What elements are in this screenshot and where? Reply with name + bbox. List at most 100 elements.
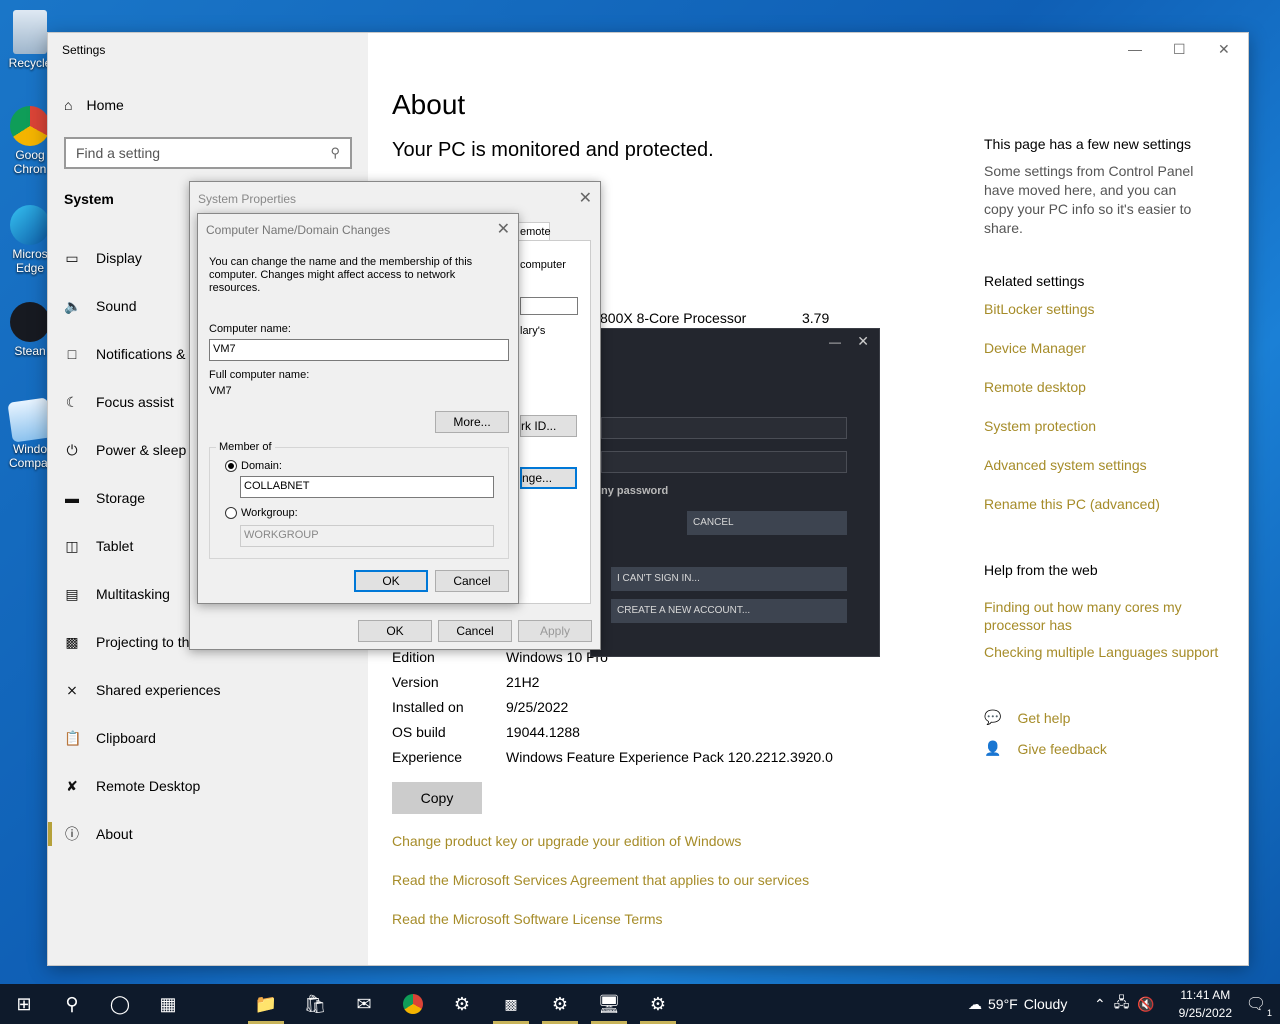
give-feedback-label: Give feedback [1017, 740, 1107, 757]
storage-icon: ▬ [65, 490, 79, 506]
system-protection-link[interactable]: System protection [984, 417, 1096, 435]
bitlocker-link[interactable]: BitLocker settings [984, 300, 1095, 318]
get-help-link[interactable]: 💬 Get help [984, 709, 1070, 726]
minimize-icon[interactable]: — [1128, 41, 1142, 57]
clock[interactable]: 11:41 AM 9/25/2022 [1179, 986, 1232, 1022]
remote-desktop-link[interactable]: Remote desktop [984, 378, 1086, 396]
domain-radio[interactable]: Domain: [225, 460, 282, 472]
home-icon: ⌂ [64, 97, 73, 113]
task-view-button[interactable]: ▦ [144, 984, 192, 1024]
steam-cant-sign-in-button[interactable]: I CAN'T SIGN IN... [611, 567, 847, 591]
spec-value: 19044.1288 [506, 724, 580, 740]
tab-remote[interactable]: emote [516, 222, 551, 240]
languages-help-link[interactable]: Checking multiple Languages support [984, 643, 1218, 661]
tablet-icon: ◫ [65, 537, 79, 554]
nav-item-about[interactable]: ⓘ About [48, 810, 368, 858]
spec-value: Windows Feature Experience Pack 120.2212… [506, 749, 833, 765]
cortana-button[interactable]: ◯ [96, 984, 144, 1024]
nav-label: About [96, 826, 133, 842]
workgroup-input[interactable]: WORKGROUP [240, 525, 494, 547]
more-button[interactable]: More... [435, 411, 509, 433]
change-button[interactable]: nge... [520, 467, 577, 489]
clock-date: 9/25/2022 [1178, 1006, 1232, 1020]
computer-icon: 🖥 [597, 993, 621, 1014]
nav-item-shared-experiences[interactable]: ⨯ Shared experiences [48, 666, 368, 714]
file-explorer-button[interactable]: 📁 [242, 984, 290, 1024]
folder-icon: 📁 [254, 993, 278, 1014]
workgroup-radio[interactable]: Workgroup: [225, 507, 298, 519]
get-help-icon: 💬 [984, 709, 1002, 725]
description-field[interactable] [520, 297, 578, 315]
search-input[interactable]: Find a setting ⚲ [64, 137, 352, 169]
close-icon[interactable]: ✕ [497, 219, 510, 239]
steam-minimize-icon[interactable]: — [829, 335, 841, 349]
maximize-icon[interactable]: ☐ [1173, 41, 1186, 58]
domain-input[interactable]: COLLABNET [240, 476, 494, 498]
task-view-icon: ▦ [159, 993, 177, 1014]
section-title: System [64, 191, 114, 207]
close-icon[interactable]: ✕ [579, 188, 592, 208]
cancel-button[interactable]: Cancel [438, 620, 512, 642]
spec-row-edition: Edition Windows 10 Pro [392, 649, 608, 665]
ok-button[interactable]: OK [354, 570, 428, 592]
search-icon: ⚲ [330, 145, 340, 160]
give-feedback-link[interactable]: 👤 Give feedback [984, 740, 1107, 757]
weather-text: Cloudy [1023, 996, 1068, 1012]
volume-muted-icon[interactable]: 🔇 [1137, 996, 1154, 1013]
close-icon[interactable]: ✕ [1218, 41, 1230, 58]
weather-widget[interactable]: ☁ 59°F Cloudy [968, 984, 1067, 1024]
dialog-title: System Properties [198, 192, 297, 206]
nav-label: Remote Desktop [96, 778, 201, 794]
steam-running-button[interactable]: ⚙ [634, 984, 682, 1024]
copy-button[interactable]: Copy [392, 782, 482, 814]
chrome-taskbar-button[interactable] [389, 984, 437, 1024]
windows-logo-icon: ⊞ [16, 993, 32, 1014]
steam-password-field[interactable] [601, 451, 847, 473]
new-settings-text: Some settings from Control Panel have mo… [984, 163, 1194, 236]
terminal-button[interactable]: ▩ [487, 984, 535, 1024]
domain-label: Domain: [241, 460, 282, 472]
mail-button[interactable]: ✉ [340, 984, 388, 1024]
network-icon[interactable]: 🖧 [1114, 992, 1130, 1016]
cores-help-link[interactable]: Finding out how many cores my processor … [984, 598, 1204, 634]
notifications-button[interactable]: 🗨 1 [1232, 984, 1280, 1024]
rename-pc-link[interactable]: Rename this PC (advanced) [984, 495, 1160, 513]
home-nav-item[interactable]: ⌂ Home [64, 97, 124, 113]
chevron-up-icon[interactable]: ⌃ [1094, 996, 1106, 1013]
ok-button[interactable]: OK [358, 620, 432, 642]
workgroup-label: Workgroup: [241, 507, 298, 519]
pane-text-lary: lary's [520, 325, 546, 337]
cancel-button[interactable]: Cancel [435, 570, 509, 592]
pane-text-computer: computer [520, 259, 566, 271]
store-icon: 🛍 [303, 993, 327, 1014]
steam-create-account-button[interactable]: CREATE A NEW ACCOUNT... [611, 599, 847, 623]
steam-taskbar-button[interactable]: ⚙ [438, 984, 486, 1024]
device-manager-link[interactable]: Device Manager [984, 339, 1086, 357]
power-icon: ⏻ [66, 441, 78, 458]
nav-item-remote-desktop[interactable]: ✘ Remote Desktop [48, 762, 368, 810]
spec-row-version: Version 21H2 [392, 674, 539, 690]
steam-username-field[interactable] [601, 417, 847, 439]
nav-label: Storage [96, 490, 146, 506]
services-agreement-link[interactable]: Read the Microsoft Services Agreement th… [392, 872, 809, 888]
get-help-label: Get help [1017, 709, 1071, 726]
settings-taskbar-button[interactable]: ⚙ [536, 984, 584, 1024]
spec-key: Version [392, 674, 439, 690]
advanced-system-settings-link[interactable]: Advanced system settings [984, 456, 1147, 474]
steam-close-icon[interactable]: ✕ [857, 333, 869, 350]
spec-value: 21H2 [506, 674, 540, 690]
search-button[interactable]: ⚲ [48, 984, 96, 1024]
system-properties-taskbar-button[interactable]: 🖥 [585, 984, 633, 1024]
store-button[interactable]: 🛍 [291, 984, 339, 1024]
change-product-key-link[interactable]: Change product key or upgrade your editi… [392, 833, 741, 849]
nav-item-clipboard[interactable]: 📋 Clipboard [48, 714, 368, 762]
apply-button[interactable]: Apply [518, 620, 592, 642]
network-id-button[interactable]: rk ID... [520, 415, 577, 437]
start-button[interactable]: ⊞ [0, 984, 48, 1024]
license-terms-link[interactable]: Read the Microsoft Software License Term… [392, 911, 663, 927]
computer-name-input[interactable]: VM7 [209, 339, 509, 361]
steam-cancel-button[interactable]: CANCEL [687, 511, 847, 535]
description-text: You can change the name and the membersh… [209, 256, 473, 294]
windows-compat-icon [7, 397, 53, 443]
projecting-icon: ▩ [65, 633, 79, 650]
